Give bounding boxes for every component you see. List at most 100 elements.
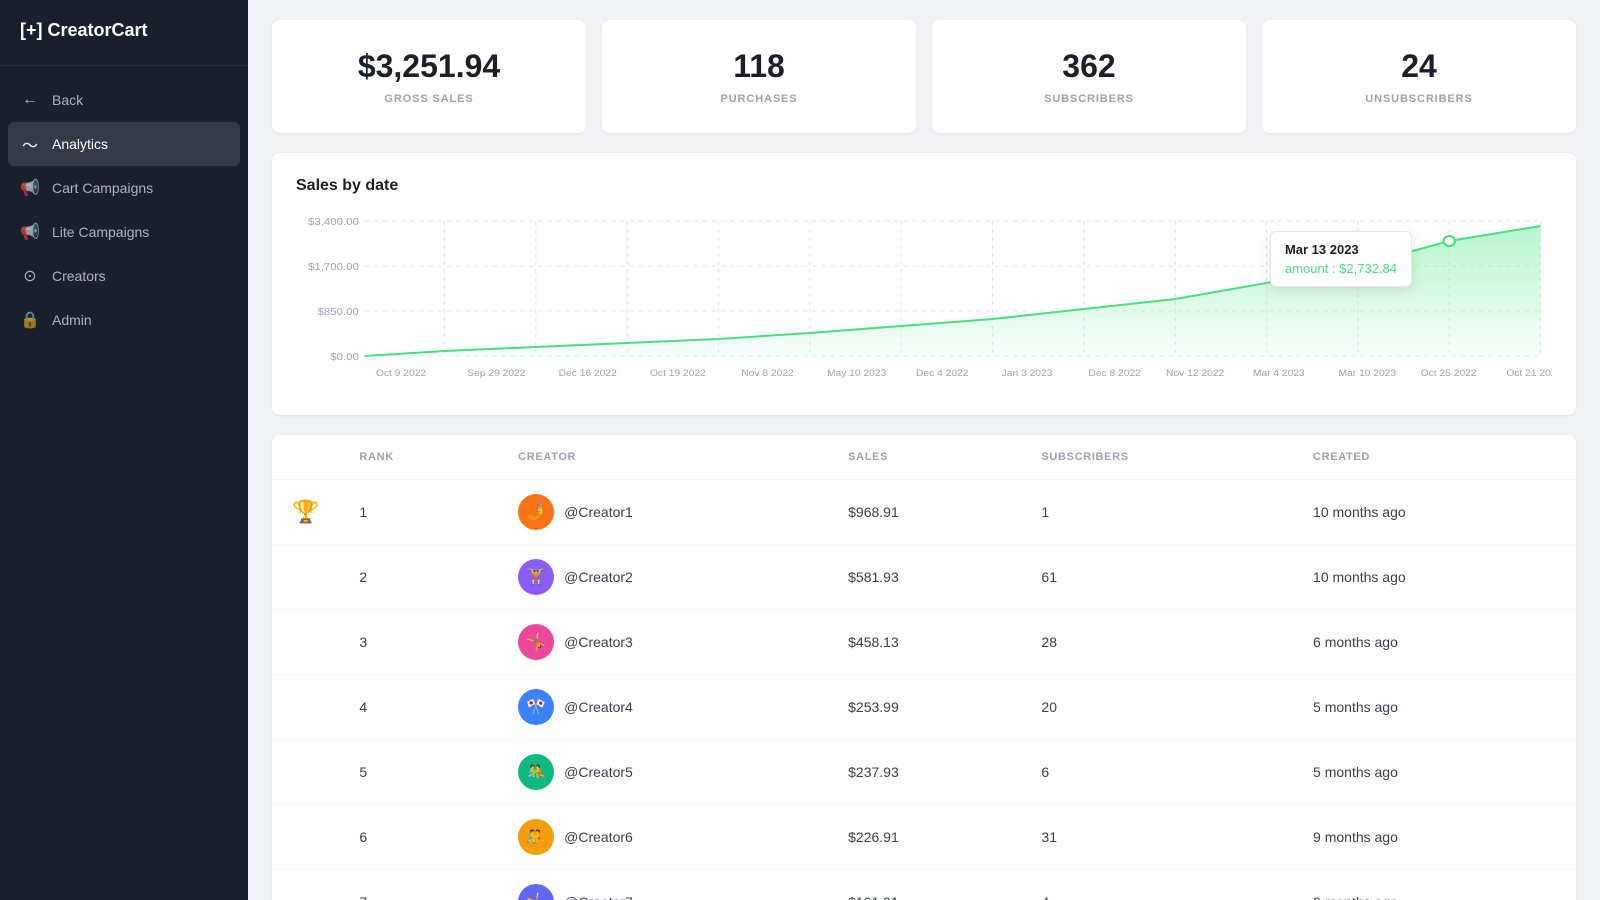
svg-text:Mar 10 2023: Mar 10 2023 <box>1338 369 1396 379</box>
lite-campaigns-icon: 📢 <box>20 222 40 242</box>
chart-area <box>365 226 1541 356</box>
creator-name: @Creator1 <box>564 504 633 520</box>
svg-text:Dec 8 2022: Dec 8 2022 <box>1088 369 1140 379</box>
stat-purchases: 118 PURCHASES <box>602 20 916 133</box>
subscribers-cell: 4 <box>1021 870 1293 900</box>
rank-cell: 1 <box>339 480 498 545</box>
svg-text:Jan 3 2023: Jan 3 2023 <box>1002 369 1053 379</box>
unsubscribers-label: UNSUBSCRIBERS <box>1286 93 1552 105</box>
stat-unsubscribers: 24 UNSUBSCRIBERS <box>1262 20 1576 133</box>
svg-text:$3,400.00: $3,400.00 <box>308 217 359 228</box>
creator-cell: 🤸 @Creator3 <box>498 610 828 675</box>
sidebar: [+] CreatorCart ← Back 〜 Analytics 📢 Car… <box>0 0 248 900</box>
cart-campaigns-icon: 📢 <box>20 178 40 198</box>
data-table: RANK CREATOR SALES SUBSCRIBERS CREATED 🏆… <box>272 435 1576 900</box>
sidebar-item-analytics[interactable]: 〜 Analytics <box>8 122 240 166</box>
creator-inner: 🏋️ @Creator2 <box>518 559 808 595</box>
sidebar-cart-campaigns-label: Cart Campaigns <box>52 180 153 196</box>
creator-cell: 🤳 @Creator1 <box>498 480 828 545</box>
rank-cell: 5 <box>339 740 498 805</box>
avatar: 🤳 <box>518 494 554 530</box>
svg-text:May 10 2023: May 10 2023 <box>827 369 886 379</box>
creator-inner: 🤳 @Creator1 <box>518 494 808 530</box>
rank-cell: 3 <box>339 610 498 675</box>
th-rank: RANK <box>339 435 498 480</box>
created-cell: 6 months ago <box>1293 610 1576 675</box>
creators-icon: ⊙ <box>20 266 40 286</box>
subscribers-cell: 1 <box>1021 480 1293 545</box>
avatar: 🤸 <box>518 884 554 900</box>
creator-inner: 🤼 @Creator5 <box>518 754 808 790</box>
trophy-cell <box>272 675 339 740</box>
sidebar-item-lite-campaigns[interactable]: 📢 Lite Campaigns <box>0 210 248 254</box>
creator-cell: 🤼 @Creator6 <box>498 805 828 870</box>
table-row: 7 🤸 @Creator7 $191.9149 months ago <box>272 870 1576 900</box>
svg-text:Oct 9 2022: Oct 9 2022 <box>376 369 426 379</box>
trophy-cell <box>272 545 339 610</box>
creator-cell: 🤼 @Creator5 <box>498 740 828 805</box>
avatar: 🏋️ <box>518 559 554 595</box>
table-row: 5 🤼 @Creator5 $237.9365 months ago <box>272 740 1576 805</box>
subscribers-cell: 28 <box>1021 610 1293 675</box>
table-row: 🏆1 🤳 @Creator1 $968.91110 months ago <box>272 480 1576 545</box>
sidebar-item-back[interactable]: ← Back <box>0 78 248 122</box>
svg-text:$1,700.00: $1,700.00 <box>308 262 359 273</box>
sales-cell: $458.13 <box>828 610 1021 675</box>
back-icon: ← <box>20 90 40 110</box>
stats-row: $3,251.94 GROSS SALES 118 PURCHASES 362 … <box>272 20 1576 133</box>
chart-title: Sales by date <box>296 177 1552 195</box>
purchases-label: PURCHASES <box>626 93 892 105</box>
th-sales: SALES <box>828 435 1021 480</box>
unsubscribers-value: 24 <box>1286 48 1552 85</box>
sales-cell: $237.93 <box>828 740 1021 805</box>
svg-text:Oct 19 2022: Oct 19 2022 <box>650 369 706 379</box>
sidebar-admin-label: Admin <box>52 312 92 328</box>
creator-cell: 🏋️ @Creator2 <box>498 545 828 610</box>
stat-gross-sales: $3,251.94 GROSS SALES <box>272 20 586 133</box>
avatar: 🤼 <box>518 754 554 790</box>
svg-text:Nov 8 2022: Nov 8 2022 <box>741 369 793 379</box>
trophy-cell <box>272 870 339 900</box>
sidebar-item-creators[interactable]: ⊙ Creators <box>0 254 248 298</box>
table-row: 6 🤼 @Creator6 $226.91319 months ago <box>272 805 1576 870</box>
sales-chart: $3,400.00 $1,700.00 $850.00 $0.00 Oct 9 … <box>296 211 1552 391</box>
creator-cell: 🤸 @Creator7 <box>498 870 828 900</box>
creator-name: @Creator6 <box>564 829 633 845</box>
sidebar-item-admin[interactable]: 🔒 Admin <box>0 298 248 342</box>
svg-text:Dec 16 2022: Dec 16 2022 <box>559 369 617 379</box>
stat-subscribers: 362 SUBSCRIBERS <box>932 20 1246 133</box>
subscribers-cell: 20 <box>1021 675 1293 740</box>
creator-inner: 🎌 @Creator4 <box>518 689 808 725</box>
creator-name: @Creator2 <box>564 569 633 585</box>
created-cell: 9 months ago <box>1293 805 1576 870</box>
trophy-cell: 🏆 <box>272 480 339 545</box>
sales-cell: $968.91 <box>828 480 1021 545</box>
creator-inner: 🤸 @Creator7 <box>518 884 808 900</box>
trophy-icon: 🏆 <box>292 499 319 524</box>
table-row: 2 🏋️ @Creator2 $581.936110 months ago <box>272 545 1576 610</box>
sales-cell: $191.91 <box>828 870 1021 900</box>
table-row: 3 🤸 @Creator3 $458.13286 months ago <box>272 610 1576 675</box>
creator-name: @Creator5 <box>564 764 633 780</box>
svg-text:Oct 21 2022: Oct 21 2022 <box>1506 369 1552 379</box>
subscribers-cell: 6 <box>1021 740 1293 805</box>
avatar: 🤼 <box>518 819 554 855</box>
svg-text:Oct 25 2022: Oct 25 2022 <box>1421 369 1477 379</box>
subscribers-cell: 61 <box>1021 545 1293 610</box>
rank-cell: 6 <box>339 805 498 870</box>
sidebar-item-cart-campaigns[interactable]: 📢 Cart Campaigns <box>0 166 248 210</box>
chart-dot <box>1444 236 1455 246</box>
creator-inner: 🤼 @Creator6 <box>518 819 808 855</box>
created-cell: 10 months ago <box>1293 545 1576 610</box>
rank-cell: 7 <box>339 870 498 900</box>
table-header-row: RANK CREATOR SALES SUBSCRIBERS CREATED <box>272 435 1576 480</box>
avatar: 🎌 <box>518 689 554 725</box>
main-content: $3,251.94 GROSS SALES 118 PURCHASES 362 … <box>248 0 1600 900</box>
trophy-cell <box>272 610 339 675</box>
svg-text:$850.00: $850.00 <box>318 307 359 318</box>
creator-name: @Creator7 <box>564 894 633 900</box>
avatar: 🤸 <box>518 624 554 660</box>
sales-cell: $581.93 <box>828 545 1021 610</box>
svg-text:Dec 4 2022: Dec 4 2022 <box>916 369 968 379</box>
gross-sales-label: GROSS SALES <box>296 93 562 105</box>
